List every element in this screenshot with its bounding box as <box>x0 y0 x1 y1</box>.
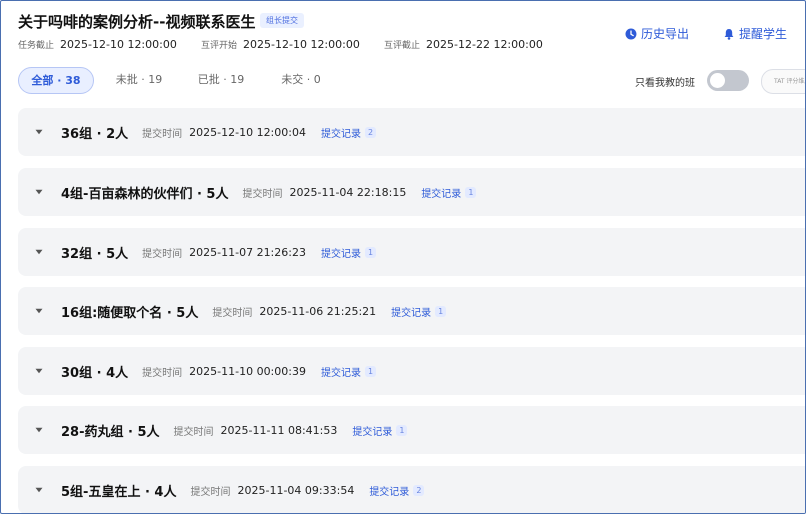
submit-time: 2025-11-07 21:26:23 <box>189 245 306 259</box>
records-count-badge: 1 <box>364 246 377 258</box>
submit-time-label: 提交时间 <box>142 128 183 140</box>
submission-records-link[interactable]: 提交记录 <box>321 125 361 140</box>
records-count-badge: 1 <box>364 365 377 377</box>
page-title: 关于吗啡的案例分析--视频联系医生 <box>18 13 256 31</box>
group-name: 5组-五皇在上 · 4人 <box>61 484 177 500</box>
records-count-badge: 1 <box>435 305 447 317</box>
submit-time-label: 提交时间 <box>173 426 214 438</box>
submission-records-link[interactable]: 提交记录 <box>369 483 409 498</box>
submit-time: 2025-11-06 21:25:21 <box>259 304 377 318</box>
bell-icon <box>724 28 734 40</box>
submission-records-link[interactable]: 提交记录 <box>352 423 392 438</box>
records-count-badge: 2 <box>413 484 425 496</box>
history-export-label: 历史导出 <box>641 27 690 41</box>
records-count-badge: 1 <box>465 186 477 198</box>
group-name: 30组 · 4人 <box>61 365 129 381</box>
my-classes-only-toggle[interactable] <box>707 70 749 91</box>
tab-all[interactable]: 全部 · 38 <box>18 67 94 94</box>
submit-time-label: 提交时间 <box>142 367 183 379</box>
rubric-button[interactable]: TAT 评分维度 <box>761 69 805 94</box>
history-export-button[interactable]: 历史导出 <box>625 25 689 42</box>
tab-ungraded[interactable]: 未批 · 19 <box>105 67 173 93</box>
group-name: 4组-百亩森林的伙伴们 · 5人 <box>61 186 229 202</box>
submit-time: 2025-11-04 22:18:15 <box>289 185 407 199</box>
caret-down-icon[interactable] <box>35 189 43 195</box>
records-count-badge: 1 <box>396 424 408 436</box>
submit-time: 2025-11-11 08:41:53 <box>220 423 338 437</box>
group-name: 36组 · 2人 <box>61 126 129 142</box>
caret-down-icon[interactable] <box>35 129 43 135</box>
caret-down-icon[interactable] <box>35 308 43 314</box>
submission-records-link[interactable]: 提交记录 <box>321 364 361 379</box>
submit-time-label: 提交时间 <box>142 248 183 260</box>
clock-icon <box>625 28 637 39</box>
caret-down-icon[interactable] <box>35 427 43 433</box>
records-count-badge: 2 <box>364 126 377 138</box>
page-frame: 关于吗啡的案例分析--视频联系医生 组长提交 历史导出 提醒学生 任务截止 202… <box>0 0 806 514</box>
group-name: 28-药丸组 · 5人 <box>61 424 160 440</box>
submission-records-link[interactable]: 提交记录 <box>321 245 361 260</box>
submit-time: 2025-12-10 12:00:04 <box>189 125 306 139</box>
group-row[interactable]: 28-药丸组 · 5人 提交时间 2025-11-11 08:41:53 提交记录 1 <box>18 406 805 454</box>
submission-records-link[interactable]: 提交记录 <box>391 304 431 319</box>
submit-mode-badge: 组长提交 <box>260 13 304 28</box>
group-row[interactable]: 16组:随便取个名 · 5人 提交时间 2025-11-06 21:25:21 提交记… <box>18 287 805 335</box>
caret-down-icon[interactable] <box>35 368 43 374</box>
caret-down-icon[interactable] <box>35 487 43 493</box>
remind-students-button[interactable]: 提醒学生 <box>723 25 787 42</box>
tab-not-submitted[interactable]: 未交 · 0 <box>267 67 335 93</box>
group-name: 32组 · 5人 <box>61 246 129 262</box>
group-row[interactable]: 32组 · 5人 提交时间 2025-11-07 21:26:23 提交记录 1 <box>18 228 805 276</box>
toggle-knob <box>710 73 725 88</box>
my-classes-only-label: 只看我教的班 <box>635 78 695 89</box>
remind-students-label: 提醒学生 <box>739 27 788 41</box>
task-deadline: 任务截止 2025-12-10 12:00:00 <box>18 38 177 51</box>
peer-review-deadline: 互评截止 2025-12-22 12:00:00 <box>384 38 543 51</box>
group-name: 16组:随便取个名 · 5人 <box>61 305 199 321</box>
group-row[interactable]: 36组 · 2人 提交时间 2025-12-10 12:00:04 提交记录 2 <box>18 108 805 156</box>
group-row[interactable]: 5组-五皇在上 · 4人 提交时间 2025-11-04 09:33:54 提交记录 2 <box>18 466 805 513</box>
caret-down-icon[interactable] <box>35 249 43 255</box>
group-row[interactable]: 4组-百亩森林的伙伴们 · 5人 提交时间 2025-11-04 22:18:15 提… <box>18 168 805 216</box>
submission-records-link[interactable]: 提交记录 <box>421 185 461 200</box>
submit-time-label: 提交时间 <box>242 188 283 200</box>
submit-time-label: 提交时间 <box>212 307 253 319</box>
group-row[interactable]: 30组 · 4人 提交时间 2025-11-10 00:00:39 提交记录 1 <box>18 347 805 395</box>
tab-graded[interactable]: 已批 · 19 <box>187 67 255 93</box>
peer-review-start: 互评开始 2025-12-10 12:00:00 <box>201 38 360 51</box>
submit-time: 2025-11-10 00:00:39 <box>189 364 306 378</box>
submit-time: 2025-11-04 09:33:54 <box>237 483 355 497</box>
submit-time-label: 提交时间 <box>190 486 231 498</box>
